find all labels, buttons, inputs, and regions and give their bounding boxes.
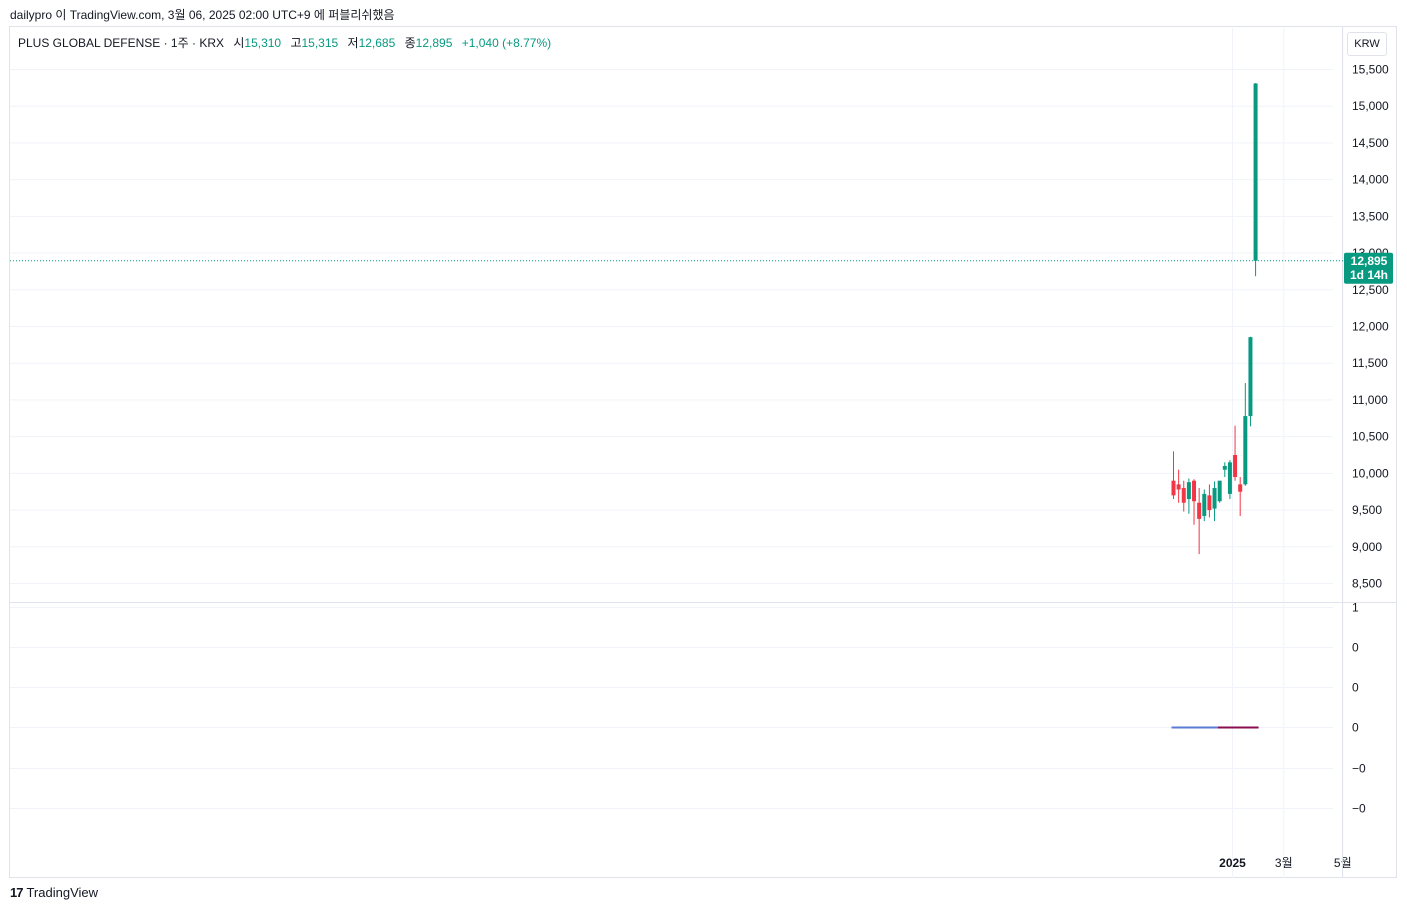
y-tick-label: 12,500 bbox=[1352, 283, 1389, 297]
indicator-tick-label: 0 bbox=[1352, 641, 1359, 655]
high-value: 15,315 bbox=[301, 36, 339, 50]
symbol-name[interactable]: PLUS GLOBAL DEFENSE · 1주 · KRX bbox=[18, 36, 224, 50]
candle-body bbox=[1227, 462, 1232, 494]
currency-button[interactable]: KRW bbox=[1347, 32, 1387, 56]
symbol-legend: PLUS GLOBAL DEFENSE · 1주 · KRX 시15,310 고… bbox=[18, 34, 551, 51]
candle-body bbox=[1243, 416, 1248, 485]
candle-body bbox=[1233, 455, 1238, 478]
candle-body bbox=[1217, 480, 1222, 502]
indicator-tick-label: −0 bbox=[1352, 802, 1366, 816]
low-label: 저 bbox=[347, 36, 359, 50]
last-price-label: 12,895 bbox=[1351, 254, 1388, 268]
y-tick-label: 12,000 bbox=[1352, 320, 1389, 334]
candle-body bbox=[1202, 493, 1207, 516]
close-label: 종 bbox=[404, 36, 416, 50]
indicator-tick-label: 0 bbox=[1352, 721, 1359, 735]
open-label: 시 bbox=[233, 36, 245, 50]
y-tick-label: 8,500 bbox=[1352, 577, 1382, 591]
candle-body bbox=[1181, 488, 1186, 503]
y-tick-label: 10,500 bbox=[1352, 430, 1389, 444]
candle-body bbox=[1248, 337, 1253, 417]
x-tick-label: 2025 bbox=[1219, 856, 1246, 870]
close-value: 12,895 bbox=[415, 36, 453, 50]
change-value: +1,040 (+8.77%) bbox=[461, 36, 552, 50]
y-tick-label: 15,000 bbox=[1352, 99, 1389, 113]
x-tick-label: 3월 bbox=[1275, 856, 1293, 870]
candle-body bbox=[1212, 488, 1217, 509]
candle-body bbox=[1197, 502, 1202, 519]
candle-body bbox=[1238, 484, 1243, 492]
indicator-tick-label: 1 bbox=[1352, 601, 1359, 615]
tradingview-logo-mark: 17 bbox=[10, 885, 24, 900]
chart-canvas[interactable]: 8,500 9,000 9,500 10,000 10,500 11,000 11,500 1… bbox=[0, 0, 1407, 912]
candle-body bbox=[1171, 480, 1176, 496]
y-tick-label: 9,000 bbox=[1352, 540, 1382, 554]
y-tick-label: 14,500 bbox=[1352, 136, 1389, 150]
candle-body bbox=[1186, 482, 1191, 500]
open-value: 15,310 bbox=[244, 36, 282, 50]
y-tick-label: 11,500 bbox=[1352, 356, 1388, 370]
candle-body bbox=[1253, 83, 1258, 261]
y-tick-label: 14,000 bbox=[1352, 173, 1389, 187]
candle-body bbox=[1176, 484, 1181, 490]
low-value: 12,685 bbox=[358, 36, 396, 50]
tradingview-logo[interactable]: 17 TradingView bbox=[10, 885, 98, 900]
candle-body bbox=[1192, 480, 1197, 502]
bar-countdown-label: 1d 14h bbox=[1350, 268, 1388, 282]
tradingview-logo-text: TradingView bbox=[26, 885, 99, 900]
candle-body bbox=[1207, 495, 1212, 511]
indicator-tick-label: 0 bbox=[1352, 681, 1359, 695]
candle-body bbox=[1222, 466, 1227, 470]
y-tick-label: 10,000 bbox=[1352, 466, 1389, 480]
y-tick-label: 13,500 bbox=[1352, 209, 1389, 223]
indicator-tick-label: −0 bbox=[1352, 762, 1366, 776]
y-tick-label: 15,500 bbox=[1352, 63, 1389, 77]
y-tick-label: 11,000 bbox=[1352, 393, 1388, 407]
y-tick-label: 9,500 bbox=[1352, 503, 1382, 517]
high-label: 고 bbox=[290, 36, 302, 50]
